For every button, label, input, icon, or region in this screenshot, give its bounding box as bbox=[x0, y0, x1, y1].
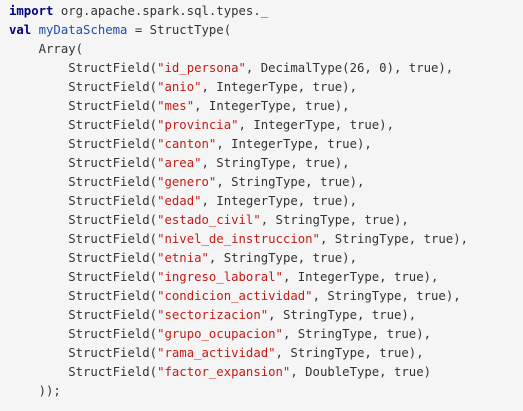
field-name-string: "factor_expansion" bbox=[157, 365, 291, 379]
structfield-prefix: StructField( bbox=[9, 270, 158, 284]
field-type-args: , IntegerType, true), bbox=[201, 194, 357, 208]
import-keyword: import bbox=[9, 4, 54, 18]
structfield-prefix: StructField( bbox=[9, 289, 158, 303]
field-type-args: , DoubleType, true) bbox=[290, 365, 432, 379]
structfield-prefix: StructField( bbox=[9, 156, 158, 170]
field-name-string: "id_persona" bbox=[157, 61, 246, 75]
structfield-prefix: StructField( bbox=[9, 327, 158, 341]
code-line-import: import org.apache.spark.sql.types._ bbox=[9, 2, 523, 21]
code-line-structfield: StructField("rama_actividad", StringType… bbox=[9, 344, 523, 363]
field-name-string: "mes" bbox=[157, 99, 195, 113]
code-line-structfield: StructField("condicion_actividad", Strin… bbox=[9, 287, 523, 306]
field-name-string: "provincia" bbox=[157, 118, 239, 132]
code-line-closing: )); bbox=[9, 382, 523, 401]
code-line-structfield: StructField("nivel_de_instruccion", Stri… bbox=[9, 230, 523, 249]
field-type-args: , IntegerType, true), bbox=[282, 270, 439, 284]
field-type-args: , IntegerType, true), bbox=[238, 118, 394, 132]
field-name-string: "condicion_actividad" bbox=[157, 289, 313, 303]
field-name-string: "anio" bbox=[157, 80, 202, 94]
field-name-string: "grupo_ocupacion" bbox=[157, 327, 283, 341]
code-line-structfield: StructField("id_persona", DecimalType(26… bbox=[9, 59, 523, 78]
closing-brackets: )); bbox=[9, 384, 61, 398]
structfield-prefix: StructField( bbox=[9, 118, 158, 132]
structfield-prefix: StructField( bbox=[9, 175, 158, 189]
field-name-string: "ingreso_laboral" bbox=[157, 270, 283, 284]
field-type-args: , StringType, true), bbox=[275, 346, 424, 360]
code-line-structfield: StructField("provincia", IntegerType, tr… bbox=[9, 116, 523, 135]
code-line-structfield: StructField("canton", IntegerType, true)… bbox=[9, 135, 523, 154]
structfield-prefix: StructField( bbox=[9, 137, 158, 151]
code-line-structfield: StructField("anio", IntegerType, true), bbox=[9, 78, 523, 97]
structfield-prefix: StructField( bbox=[9, 80, 158, 94]
field-type-args: , StringType, true), bbox=[208, 251, 357, 265]
code-line-structfield: StructField("grupo_ocupacion", StringTyp… bbox=[9, 325, 523, 344]
code-line-structfield: StructField("area", StringType, true), bbox=[9, 154, 523, 173]
code-line-structfield: StructField("sectorizacion", StringType,… bbox=[9, 306, 523, 325]
code-line-structfield: StructField("etnia", StringType, true), bbox=[9, 249, 523, 268]
field-type-args: , StringType, true), bbox=[282, 327, 432, 341]
field-type-args: , StringType, true), bbox=[260, 213, 409, 227]
code-line-val: val myDataSchema = StructType( bbox=[9, 21, 523, 40]
structfield-prefix: StructField( bbox=[9, 232, 158, 246]
code-line-structfield: StructField("genero", StringType, true), bbox=[9, 173, 523, 192]
field-type-args: , IntegerType, true), bbox=[194, 99, 350, 113]
structfield-prefix: StructField( bbox=[9, 251, 158, 265]
code-line-structfield: StructField("mes", IntegerType, true), bbox=[9, 97, 523, 116]
field-type-args: , StringType, true), bbox=[201, 156, 350, 170]
code-line-array: Array( bbox=[9, 40, 523, 59]
schema-assign: = StructType( bbox=[127, 23, 232, 37]
structfield-prefix: StructField( bbox=[9, 365, 158, 379]
field-type-args: , StringType, true), bbox=[216, 175, 365, 189]
structfield-prefix: StructField( bbox=[9, 194, 158, 208]
field-type-args: , IntegerType, true), bbox=[216, 137, 372, 151]
field-name-string: "etnia" bbox=[157, 251, 209, 265]
field-type-args: , IntegerType, true), bbox=[201, 80, 357, 94]
field-name-string: "canton" bbox=[157, 137, 217, 151]
structfield-prefix: StructField( bbox=[9, 61, 158, 75]
code-line-structfield: StructField("edad", IntegerType, true), bbox=[9, 192, 523, 211]
field-type-args: , StringType, true), bbox=[319, 232, 469, 246]
field-name-string: "sectorizacion" bbox=[157, 308, 269, 322]
field-name-string: "area" bbox=[157, 156, 202, 170]
field-type-args: , DecimalType(26, 0), true), bbox=[245, 61, 454, 75]
field-name-string: "rama_actividad" bbox=[157, 346, 276, 360]
code-block: import org.apache.spark.sql.types._ val m… bbox=[0, 0, 523, 411]
field-name-string: "edad" bbox=[157, 194, 202, 208]
structfield-prefix: StructField( bbox=[9, 99, 158, 113]
val-keyword: val bbox=[9, 23, 32, 37]
code-line-structfield: StructField("estado_civil", StringType, … bbox=[9, 211, 523, 230]
import-path: org.apache.spark.sql.types._ bbox=[53, 4, 269, 18]
field-name-string: "genero" bbox=[157, 175, 217, 189]
field-type-args: , StringType, true), bbox=[312, 289, 461, 303]
structfield-prefix: StructField( bbox=[9, 213, 158, 227]
schema-name: myDataSchema bbox=[38, 23, 128, 37]
code-line-structfield: StructField("factor_expansion", DoubleTy… bbox=[9, 363, 523, 382]
array-open: Array( bbox=[9, 42, 84, 56]
field-name-string: "nivel_de_instruccion" bbox=[157, 232, 320, 246]
structfield-prefix: StructField( bbox=[9, 346, 158, 360]
code-line-structfield: StructField("ingreso_laboral", IntegerTy… bbox=[9, 268, 523, 287]
field-type-args: , StringType, true), bbox=[268, 308, 417, 322]
field-name-string: "estado_civil" bbox=[157, 213, 261, 227]
structfield-prefix: StructField( bbox=[9, 308, 158, 322]
